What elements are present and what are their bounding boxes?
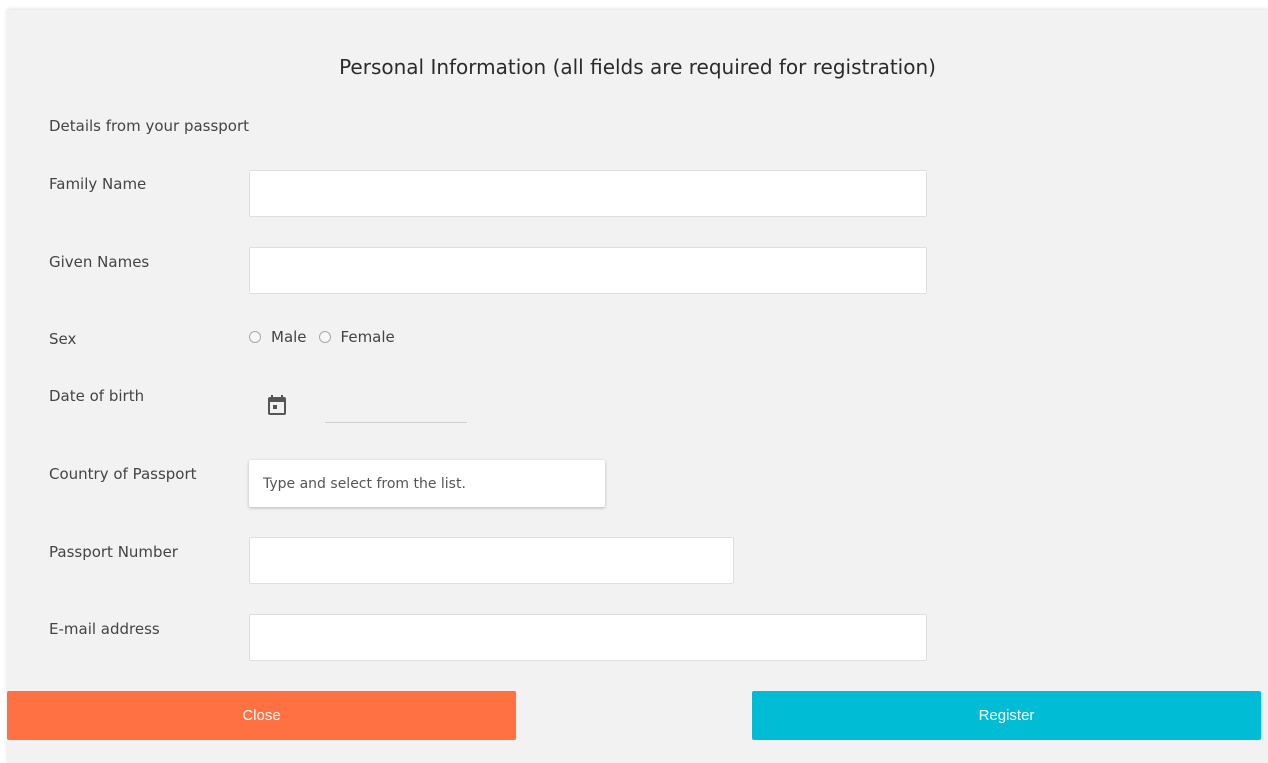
sex-radio-group: Male Female — [249, 328, 407, 346]
close-button[interactable]: Close — [7, 691, 516, 740]
dob-label: Date of birth — [49, 387, 145, 405]
register-button[interactable]: Register — [752, 691, 1261, 740]
page-title: Personal Information (all fields are req… — [339, 55, 936, 79]
calendar-icon[interactable] — [268, 395, 286, 415]
country-label: Country of Passport — [49, 465, 197, 483]
female-label: Female — [340, 328, 395, 346]
given-names-input[interactable] — [249, 247, 927, 294]
family-name-label: Family Name — [49, 175, 147, 193]
female-radio[interactable] — [318, 331, 331, 343]
sex-option-male[interactable]: Male — [249, 328, 307, 346]
registration-panel: Personal Information (all fields are req… — [7, 10, 1268, 763]
male-radio[interactable] — [249, 331, 261, 343]
email-input[interactable] — [249, 614, 927, 661]
section-subtitle: Details from your passport — [49, 117, 250, 135]
email-label: E-mail address — [49, 620, 160, 638]
passport-number-label: Passport Number — [49, 543, 178, 561]
male-label: Male — [271, 328, 307, 346]
given-names-label: Given Names — [49, 253, 150, 271]
country-input[interactable] — [249, 460, 605, 507]
family-name-input[interactable] — [249, 170, 927, 217]
dob-input[interactable] — [325, 390, 467, 423]
sex-label: Sex — [49, 330, 77, 348]
sex-option-female[interactable]: Female — [318, 328, 395, 346]
passport-number-input[interactable] — [249, 537, 734, 584]
